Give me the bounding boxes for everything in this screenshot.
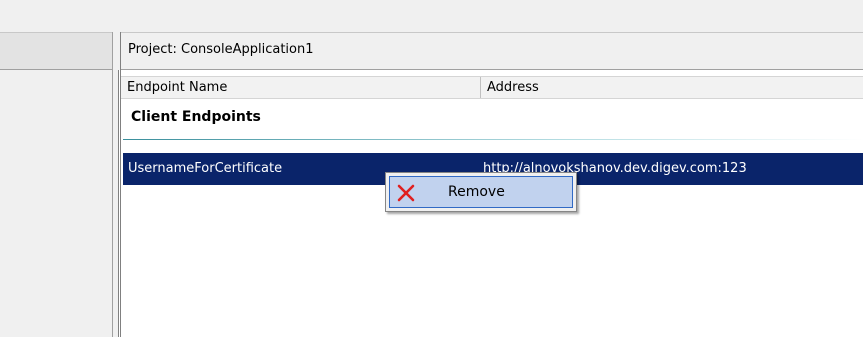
red-x-icon: [396, 183, 416, 203]
column-header-endpoint-name[interactable]: Endpoint Name: [121, 77, 481, 98]
menu-item-label: Remove: [448, 184, 505, 200]
context-menu: Remove: [385, 172, 577, 212]
column-header-row: Endpoint Name Address: [121, 76, 863, 99]
group-header-client-endpoints[interactable]: Client Endpoints: [131, 109, 261, 125]
project-bar: Project: ConsoleApplication1: [121, 32, 863, 70]
top-toolbar-area: [0, 0, 863, 32]
window: Project: ConsoleApplication1 Endpoint Na…: [0, 0, 863, 337]
project-label: Project: ConsoleApplication1: [128, 42, 314, 57]
left-pane: [0, 32, 112, 337]
column-header-address[interactable]: Address: [481, 77, 863, 98]
menu-item-remove[interactable]: Remove: [389, 176, 573, 208]
group-divider: [123, 139, 863, 140]
left-pane-header: [0, 32, 112, 70]
pane-splitter[interactable]: [112, 32, 120, 337]
